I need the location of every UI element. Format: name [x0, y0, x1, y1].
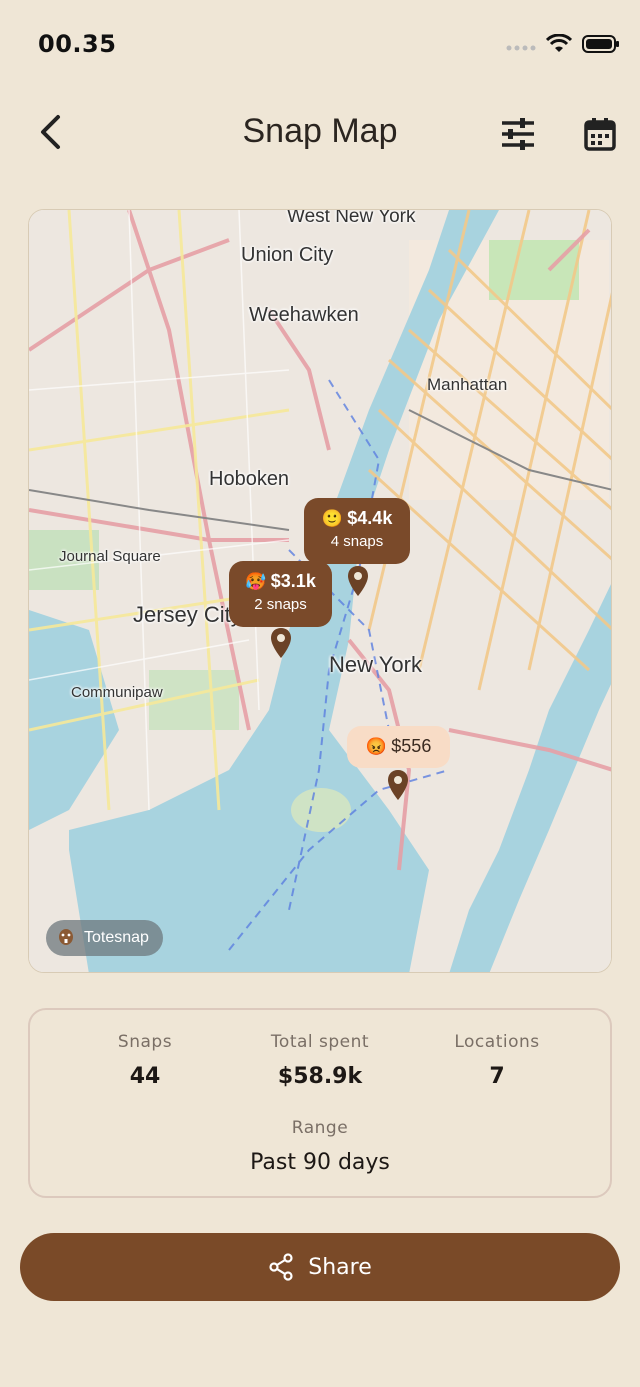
status-bar: 00.35 — [0, 0, 640, 90]
stat-label: Range — [291, 1118, 349, 1138]
calendar-icon — [584, 118, 616, 151]
stat-label: Total spent — [270, 1032, 370, 1052]
stats-card: Snaps 44 Total spent $58.9k Locations 7 … — [28, 1008, 612, 1198]
map-label-hoboken: Hoboken — [209, 468, 290, 490]
share-button[interactable]: Share — [20, 1233, 620, 1301]
brand-name: Totesnap — [84, 929, 149, 946]
marker-emoji: 😡 — [365, 737, 387, 756]
marker-amount: $556 — [391, 736, 432, 756]
wifi-icon — [545, 33, 573, 58]
status-time: 00.35 — [38, 30, 117, 58]
brand-chip: Totesnap — [46, 920, 163, 956]
stat-snaps: Snaps 44 — [55, 1032, 235, 1089]
map-label-manhattan: Manhattan — [427, 375, 508, 394]
map-label-jersey-city: Jersey City — [133, 602, 242, 627]
snap-map[interactable]: West New York Union City Weehawken Manha… — [28, 209, 612, 973]
stat-range: Range Past 90 days — [180, 1118, 460, 1175]
stat-total-spent: Total spent $58.9k — [230, 1032, 410, 1089]
share-icon — [269, 1253, 293, 1281]
map-label-union-city: Union City — [241, 244, 334, 266]
map-label-weehawken: Weehawken — [249, 304, 359, 326]
marker-count: 2 snaps — [254, 596, 307, 613]
marker-emoji: 🥵 — [245, 572, 267, 591]
share-label: Share — [308, 1254, 372, 1280]
marker-count: 4 snaps — [330, 533, 384, 550]
battery-icon — [582, 34, 620, 58]
filter-button[interactable] — [496, 112, 540, 156]
marker-bubble[interactable]: 🙂 $4.4k 4 snaps — [304, 498, 410, 564]
marker-emoji: 🙂 — [321, 509, 343, 528]
stat-value: 44 — [129, 1064, 161, 1089]
map-pin-icon[interactable] — [347, 566, 369, 596]
stat-label: Locations — [454, 1032, 540, 1052]
map-label-communipaw: Communipaw — [71, 684, 163, 701]
header: Snap Map — [0, 100, 640, 170]
map-label-journal-square: Journal Square — [59, 548, 161, 565]
marker-amount: $4.4k — [347, 508, 393, 528]
sliders-icon — [502, 118, 534, 150]
stat-label: Snaps — [117, 1032, 173, 1052]
stat-value: $58.9k — [277, 1064, 363, 1089]
marker-bubble[interactable]: 😡 $556 — [347, 726, 450, 768]
stat-value: 7 — [489, 1064, 505, 1089]
status-icons — [506, 33, 620, 58]
marker-amount: $3.1k — [270, 571, 316, 591]
map-pin-icon[interactable] — [387, 770, 409, 800]
page-title: Snap Map — [242, 112, 398, 150]
map-pin-icon[interactable] — [270, 628, 292, 658]
signal-icon — [506, 37, 536, 56]
stat-locations: Locations 7 — [407, 1032, 587, 1089]
beaver-logo-icon — [56, 926, 76, 951]
map-label-new-york: New York — [329, 652, 422, 677]
map-label-west-new-york: West New York — [287, 209, 416, 227]
marker-bubble[interactable]: 🥵 $3.1k 2 snaps — [229, 561, 332, 627]
stat-value: Past 90 days — [250, 1150, 390, 1175]
calendar-button[interactable] — [578, 112, 622, 156]
